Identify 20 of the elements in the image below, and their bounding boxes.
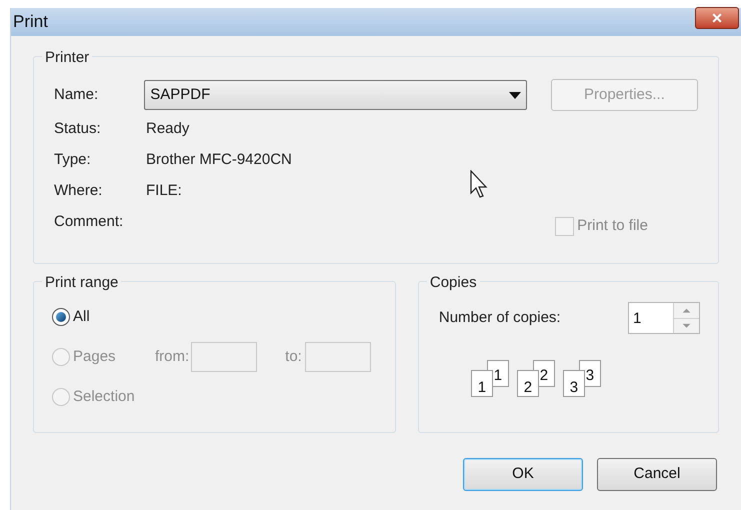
dialog-button[interactable]: Cancel — [597, 458, 717, 491]
copies-label: Number of copies: — [438, 308, 561, 328]
from-label: from: — [155, 346, 190, 367]
field-label: Name: — [54, 84, 100, 105]
window-title: Print — [12, 11, 48, 34]
copies-spinner[interactable]: 1 — [628, 302, 700, 334]
info-value: Ready — [146, 118, 190, 139]
info-label: Where: — [54, 180, 104, 201]
dialog-button[interactable]: OK — [463, 458, 583, 491]
info-value: Brother MFC-9420CN — [146, 150, 292, 170]
info-label: Comment: — [54, 212, 124, 232]
collate-drawing: 1 1 2 2 3 3 — [470, 360, 698, 398]
radio-option[interactable]: All — [52, 306, 155, 328]
info-label: Status: — [54, 118, 102, 139]
info-label: Type: — [54, 150, 92, 170]
info-value: FILE: — [146, 180, 182, 201]
dropdown-arrow-icon — [508, 92, 521, 98]
to-label: to: — [285, 346, 302, 367]
printer-dropdown[interactable]: SAPPDF — [144, 80, 527, 110]
mouse-cursor-icon — [470, 170, 490, 200]
